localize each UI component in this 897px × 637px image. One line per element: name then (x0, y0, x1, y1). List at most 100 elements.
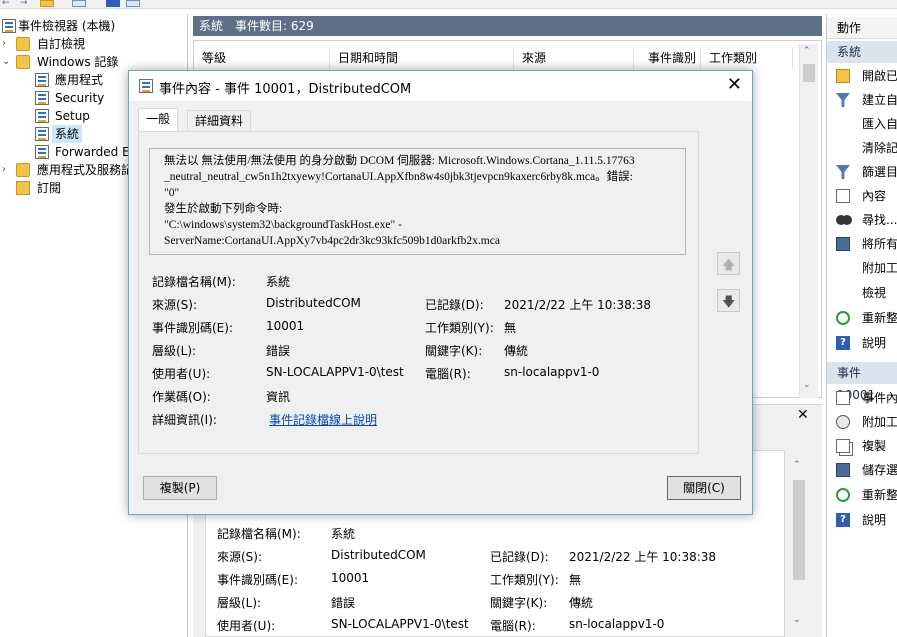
action-attach-task-to-log[interactable]: 附加工 (827, 256, 897, 280)
online-help-link[interactable]: 事件記錄檔線上說明 (269, 411, 377, 428)
grid-icon[interactable] (72, 0, 86, 7)
action-event-properties[interactable]: 事件內 (827, 386, 897, 410)
action-help-event[interactable]: ? 說明 (827, 508, 897, 532)
close-icon[interactable]: ✕ (727, 75, 742, 95)
description-line: 發生於啟動下列命令時: (164, 203, 283, 215)
previous-event-button[interactable]: 🡅 (717, 252, 740, 275)
description-line: 無法以 無法使用/無法使用 的身分啟動 DCOM 伺服器: Microsoft.… (164, 155, 635, 167)
tab-details[interactable]: 詳細資料 (187, 110, 252, 132)
copy-icon (836, 439, 850, 453)
action-label: 尋找... (862, 213, 897, 227)
scroll-up-icon[interactable]: ⌃ (793, 460, 801, 470)
actions-section-event[interactable]: 事件 10001 (827, 362, 897, 402)
column-datetime[interactable]: 日期和時間 (330, 47, 514, 69)
log-icon (35, 127, 49, 141)
attach-icon (836, 415, 850, 429)
action-find[interactable]: 尋找... (827, 208, 897, 232)
column-event-id[interactable]: 事件識別碼 (634, 47, 701, 87)
help-icon[interactable] (106, 0, 120, 7)
action-label: 附加工 (862, 261, 897, 275)
close-button[interactable]: 關閉(C) (667, 476, 741, 500)
action-filter-current-log[interactable]: 篩選目 (827, 160, 897, 184)
opcode-label: 作業碼(O): (152, 390, 211, 404)
action-label: 說明 (862, 513, 887, 527)
help-icon: ? (836, 336, 850, 350)
logged-label: 已記錄(D): (425, 298, 484, 312)
event-description[interactable]: 無法以 無法使用/無法使用 的身分啟動 DCOM 伺服器: Microsoft.… (149, 148, 686, 255)
task-category-label: 工作類別(Y): (425, 321, 494, 335)
action-save-selected-events[interactable]: 儲存選 (827, 458, 897, 482)
action-clear-log[interactable]: 清除記 (827, 136, 897, 160)
detail-source-value: DistributedCOM (331, 548, 426, 562)
scroll-down-icon[interactable]: ⌄ (793, 615, 801, 625)
detail-log-name-label: 記錄檔名稱(M): (217, 527, 301, 541)
detail-computer-value: sn-localappv1-0 (569, 617, 665, 631)
action-create-custom-view[interactable]: 建立自 (827, 88, 897, 112)
action-properties[interactable]: 內容 (827, 184, 897, 208)
action-label: 將所有 (862, 237, 897, 251)
detail-task-label: 工作類別(Y): (490, 573, 559, 587)
detail-logged-label: 已記錄(D): (490, 550, 549, 564)
action-refresh-event[interactable]: 重新整 (827, 483, 897, 507)
chevron-down-icon[interactable]: ⌄ (2, 53, 12, 71)
action-label: 附加工 (862, 415, 897, 429)
computer-value: sn-localappv1-0 (504, 365, 600, 379)
tree-item-label: Forwarded Ev (55, 145, 137, 159)
action-label: 內容 (862, 189, 887, 203)
save-icon (836, 463, 850, 477)
tree-item-label: 應用程式 (55, 73, 104, 87)
next-event-button[interactable]: 🡇 (717, 289, 740, 312)
folder-icon[interactable] (40, 0, 54, 7)
copy-button[interactable]: 複製(P) (143, 476, 217, 500)
action-copy[interactable]: 複製 (827, 434, 897, 458)
detail-user-value: SN-LOCALAPPV1-0\test (331, 617, 469, 631)
detail-level-value: 錯誤 (331, 596, 356, 610)
scroll-thumb[interactable] (803, 64, 815, 82)
find-icon (836, 215, 846, 225)
detail-level-label: 層級(L): (217, 596, 262, 610)
tree-item-label: 應用程式及服務記 (37, 163, 134, 177)
column-task-category[interactable]: 工作類別 (701, 47, 793, 69)
scroll-thumb[interactable] (793, 480, 805, 580)
list-scrollbar[interactable]: ⌃ ⌄ (799, 44, 818, 398)
detail-scrollbar[interactable]: ⌃ ⌄ (790, 460, 808, 635)
dialog-title-bar[interactable]: 事件內容 - 事件 10001，DistributedCOM ✕ (129, 71, 752, 101)
description-line: _neutral_neutral_cw5n1h2txyewy!CortanaUI… (164, 171, 633, 183)
event-id-value: 10001 (266, 319, 305, 333)
level-value: 錯誤 (266, 344, 291, 358)
keywords-value: 傳統 (504, 344, 529, 358)
action-open-saved-log[interactable]: 開啟已 (827, 64, 897, 88)
arrow-up-icon: 🡅 (722, 258, 736, 273)
tab-general[interactable]: 一般 (138, 108, 179, 132)
refresh-icon (836, 311, 850, 325)
action-refresh[interactable]: 重新整 (827, 306, 897, 330)
arrow-down-icon: 🡇 (722, 295, 736, 310)
column-source[interactable]: 來源 (514, 47, 634, 69)
action-attach-task-to-event[interactable]: 附加工 (827, 410, 897, 434)
detail-keywords-label: 關鍵字(K): (490, 596, 548, 610)
panel-icon[interactable] (126, 0, 140, 7)
back-icon[interactable]: ← (2, 0, 16, 8)
action-view[interactable]: 檢視 (827, 281, 897, 305)
scroll-up-icon[interactable]: ⌃ (803, 46, 811, 56)
user-value: SN-LOCALAPPV1-0\test (266, 365, 404, 379)
actions-section-system[interactable]: 系統 (827, 41, 897, 63)
folder-icon (16, 163, 30, 177)
column-level[interactable]: 等級 (194, 47, 330, 69)
action-help[interactable]: ? 說明 (827, 331, 897, 355)
actions-pane: 動作 系統 開啟已 建立自 匯入自 清除記 篩選目 內容 尋找... 將所有 附… (826, 14, 897, 637)
forward-icon[interactable]: → (20, 0, 34, 8)
detail-log-name-value: 系統 (331, 527, 356, 541)
log-icon (35, 73, 49, 87)
close-icon[interactable]: ✕ (797, 407, 809, 423)
source-label: 來源(S): (152, 298, 198, 312)
tree-item-label: 訂閱 (37, 181, 62, 195)
action-import-custom-view[interactable]: 匯入自 (827, 112, 897, 136)
action-label: 複製 (862, 439, 887, 453)
chevron-right-icon[interactable]: › (2, 35, 12, 53)
chevron-right-icon[interactable]: › (2, 161, 12, 179)
action-save-all-events[interactable]: 將所有 (827, 232, 897, 256)
scroll-down-icon[interactable]: ⌄ (803, 380, 811, 390)
log-name-value: 系統 (266, 275, 291, 289)
detail-user-label: 使用者(U): (217, 619, 276, 633)
